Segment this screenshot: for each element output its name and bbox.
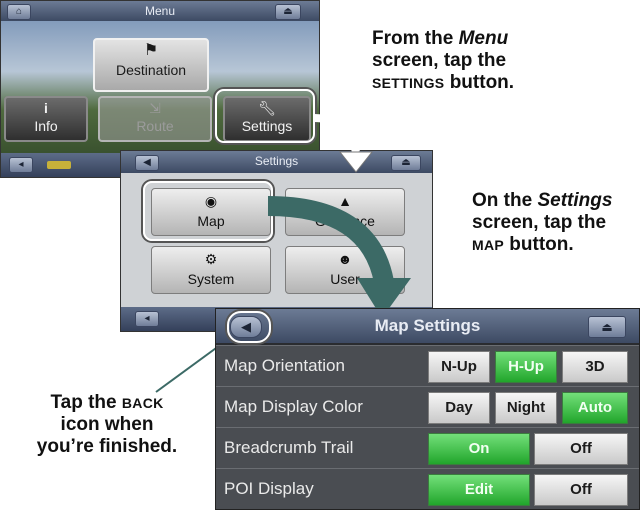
map-orientation-label: Map Orientation [224,356,345,375]
auto-option[interactable]: Auto [562,392,628,424]
caption-3-line-3: you’re finished. [36,436,178,457]
caption-1-emphasis: Menu [458,28,509,49]
breadcrumb-trail-label: Breadcrumb Trail [224,438,354,457]
caption-2-map-word: MAP [472,237,505,253]
breadcrumb-on-option[interactable]: On [428,433,530,465]
caption-3-line-2: icon when [60,414,154,435]
map-display-color-label: Map Display Color [224,397,363,416]
caption-1-text: From the [372,28,459,49]
caption-step-3: Tap the BACK icon when you’re finished. [2,392,212,458]
caption-2-text: On the [472,190,538,211]
row-poi-display: POI Display Edit Off [216,468,639,509]
caption-3-text: Tap the [50,392,122,413]
back-callout [227,311,271,343]
caption-step-2: On the Settings screen, tap the MAP butt… [472,190,644,256]
caption-2-line-2: screen, tap the [472,212,607,233]
night-option[interactable]: Night [495,392,557,424]
arrow-head-settings [338,151,374,173]
eject-icon[interactable]: ⏏ [588,316,626,338]
row-map-display-color: Map Display Color Day Night Auto [216,386,639,427]
poi-edit-option[interactable]: Edit [428,474,530,506]
n-up-option[interactable]: N-Up [428,351,490,383]
day-option[interactable]: Day [428,392,490,424]
3d-option[interactable]: 3D [562,351,628,383]
breadcrumb-off-option[interactable]: Off [534,433,628,465]
map-settings-screen: Map Settings ◀ ⏏ Map Orientation N-Up H-… [215,308,640,510]
poi-off-option[interactable]: Off [534,474,628,506]
map-settings-title-bar: Map Settings [216,309,639,343]
caption-1-settings-word: SETTINGS [372,75,445,91]
arrow-to-settings [313,114,360,154]
h-up-option[interactable]: H-Up [495,351,557,383]
poi-display-label: POI Display [224,479,314,498]
caption-step-1: From the Menu screen, tap the SETTINGS b… [372,28,642,94]
caption-3-back-word: BACK [121,395,164,411]
caption-1-line-2: screen, tap the [372,50,507,71]
row-map-orientation: Map Orientation N-Up H-Up 3D [216,345,639,386]
row-breadcrumb-trail: Breadcrumb Trail On Off [216,427,639,468]
caption-2-emphasis: Settings [537,190,613,211]
arrow-to-map-settings [267,196,394,285]
caption-1-line-3: button. [444,72,515,93]
map-settings-title: Map Settings [374,316,481,335]
caption-2-line-3: button. [504,234,574,255]
